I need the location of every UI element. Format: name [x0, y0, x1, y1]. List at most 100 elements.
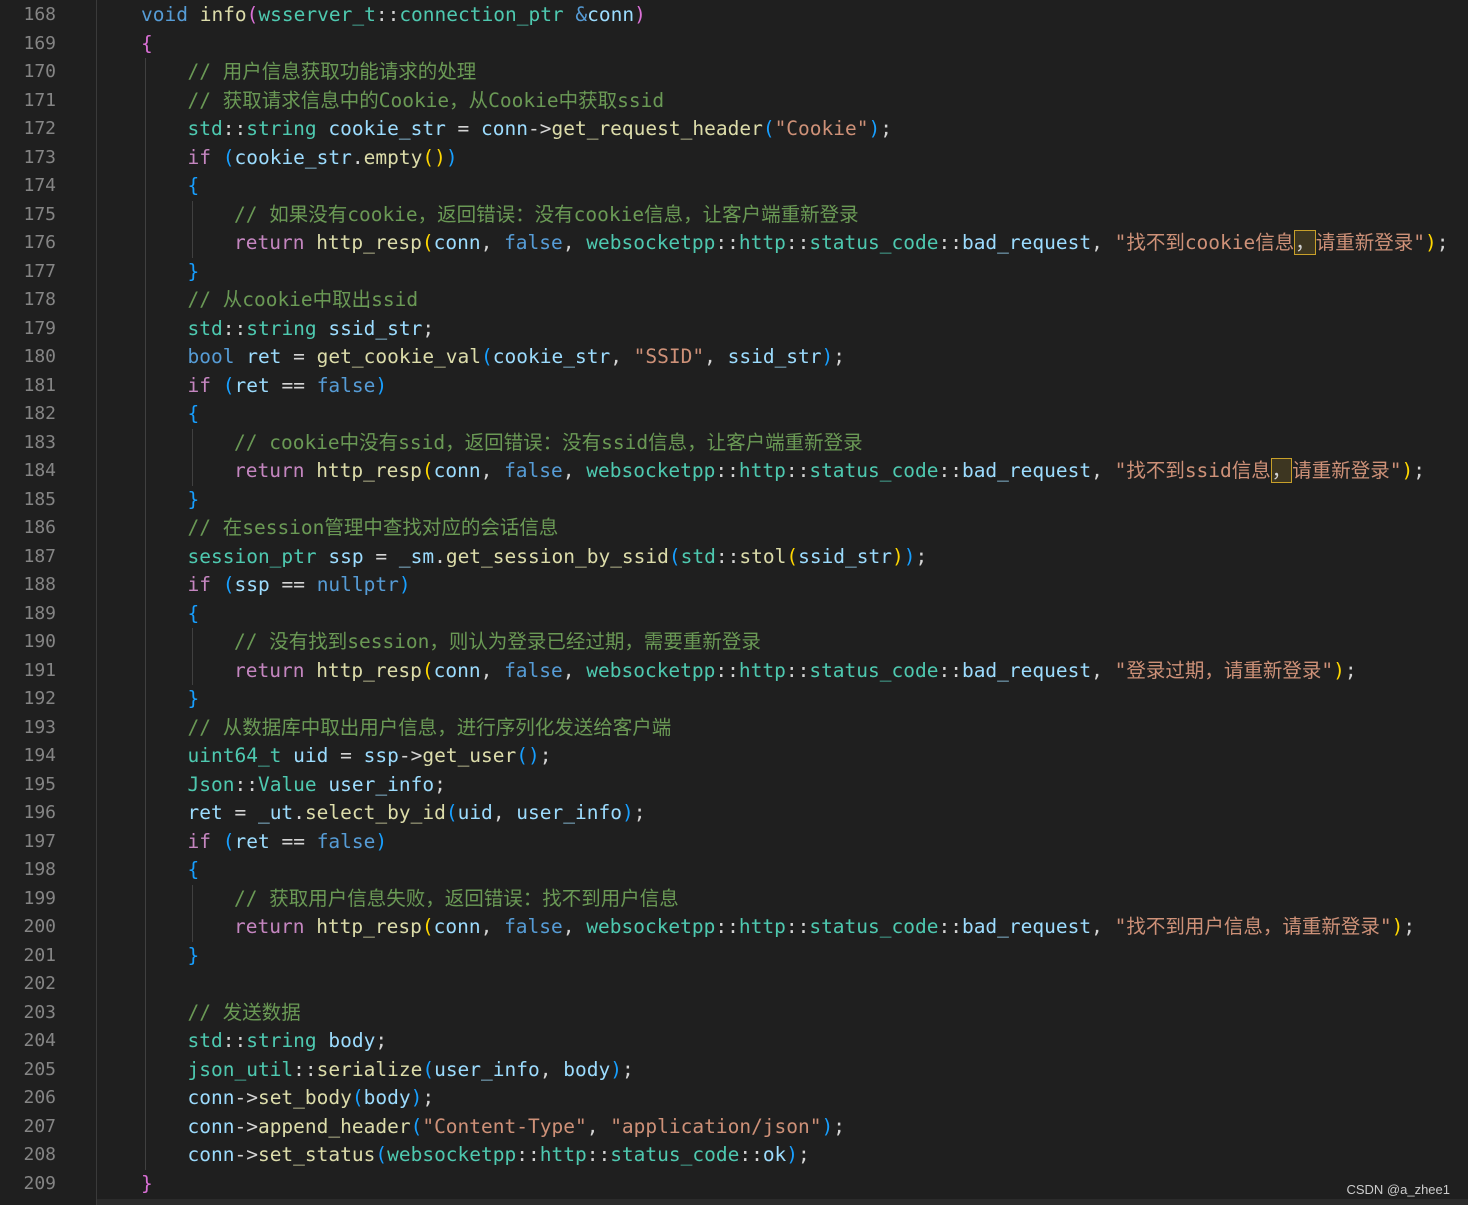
code-token: ==	[281, 829, 317, 853]
line-number: 177	[23, 260, 56, 282]
code-token: (	[222, 145, 235, 169]
code-line[interactable]: // cookie中没有ssid，返回错误：没有ssid信息，让客户端重新登录	[234, 429, 863, 458]
code-line[interactable]: // 从数据库中取出用户信息，进行序列化发送给客户端	[188, 714, 672, 743]
code-token: false	[316, 373, 376, 397]
code-token: ->	[398, 744, 423, 767]
code-token: select_by_id	[304, 801, 446, 824]
code-token: user_info	[328, 772, 435, 796]
code-token: ,	[562, 915, 587, 938]
code-line[interactable]: }	[141, 1170, 153, 1199]
code-editor[interactable]: 168 169 170 171 172 173 174 175 176 177 178 179 180 1…	[0, 0, 1468, 1205]
code-token: (	[222, 573, 235, 596]
code-token: {	[187, 402, 200, 425]
line-number: 197	[23, 830, 56, 852]
code-token: Json	[187, 772, 235, 796]
line-number: 202	[23, 973, 56, 994]
code-token: "application/json"	[610, 1114, 822, 1138]
line-number: 191	[23, 659, 56, 681]
code-line[interactable]: return http_resp(conn, false, websocketp…	[234, 913, 1415, 942]
code-line[interactable]: void info(wsserver_t::connection_ptr &co…	[141, 1, 646, 30]
code-token: status_code	[809, 915, 939, 938]
code-token: ;	[633, 801, 646, 824]
code-line[interactable]: if (ssp == nullptr)	[188, 571, 411, 600]
code-token: )	[445, 145, 458, 169]
code-token: ret	[246, 345, 294, 368]
code-line[interactable]: }	[188, 685, 200, 714]
code-line[interactable]: return http_resp(conn, false, websocketp…	[234, 657, 1357, 686]
code-line[interactable]: if (cookie_str.empty())	[188, 144, 458, 173]
code-line[interactable]: return http_resp(conn, false, websocketp…	[234, 457, 1425, 486]
code-token: if	[187, 829, 223, 853]
code-token: ;	[1344, 658, 1357, 682]
code-token: false	[504, 231, 563, 254]
code-token: {	[141, 31, 153, 55]
code-token: )	[398, 573, 411, 596]
code-token: }	[187, 943, 200, 967]
code-line[interactable]: {	[141, 30, 153, 59]
code-token: .	[293, 801, 305, 824]
horizontal-scrollbar[interactable]	[97, 1199, 1468, 1205]
code-token: ==	[281, 573, 317, 596]
code-line[interactable]: // 从cookie中取出ssid	[188, 286, 419, 315]
code-line[interactable]: bool ret = get_cookie_val(cookie_str, "S…	[188, 343, 846, 372]
line-number: 204	[23, 1030, 56, 1051]
line-number: 173	[23, 146, 56, 168]
code-line[interactable]: if (ret == false)	[188, 828, 388, 857]
code-line[interactable]: session_ptr ssp = _sm.get_session_by_ssi…	[188, 543, 928, 572]
code-token: )	[1333, 658, 1345, 682]
code-token: ,	[1091, 231, 1115, 254]
code-line[interactable]: ret = _ut.select_by_id(uid, user_info);	[188, 799, 646, 828]
code-line[interactable]: // 发送数据	[188, 999, 301, 1028]
line-number: 190	[23, 631, 56, 652]
code-line[interactable]: conn->set_body(body);	[188, 1084, 435, 1113]
line-number: 207	[23, 1115, 56, 1137]
code-line[interactable]: conn->append_header("Content-Type", "app…	[188, 1113, 846, 1142]
code-token: ::	[715, 544, 740, 568]
code-line[interactable]: // 如果没有cookie，返回错误：没有cookie信息，让客户端重新登录	[234, 201, 859, 230]
code-line[interactable]: std::string cookie_str = conn->get_reque…	[188, 115, 892, 144]
line-number: 184	[23, 460, 56, 481]
code-token: conn	[481, 117, 528, 140]
code-line[interactable]: // 获取请求信息中的Cookie，从Cookie中获取ssid	[188, 87, 665, 116]
code-line[interactable]: {	[188, 856, 200, 885]
code-token: }	[187, 259, 200, 283]
code-line[interactable]: std::string ssid_str;	[188, 315, 435, 344]
code-token: &	[575, 3, 588, 26]
code-line[interactable]: uint64_t uid = ssp->get_user();	[188, 742, 552, 771]
code-line[interactable]: if (ret == false)	[188, 372, 388, 401]
code-token: status_code	[809, 459, 939, 482]
code-token: ::	[222, 1029, 247, 1052]
code-line[interactable]: }	[188, 486, 200, 515]
code-token: ,	[480, 231, 505, 254]
code-line[interactable]: return http_resp(conn, false, websocketp…	[234, 229, 1449, 258]
code-token: "SSID"	[633, 345, 705, 368]
code-token: // cookie中没有ssid，返回错误：没有ssid信息，让客户端重新登录	[234, 430, 863, 454]
code-token: http_resp	[316, 915, 422, 938]
code-line[interactable]: // 用户信息获取功能请求的处理	[188, 58, 477, 87]
code-token: ;	[833, 345, 846, 368]
code-token: ::	[222, 316, 247, 340]
code-token: // 用户信息获取功能请求的处理	[187, 60, 477, 83]
code-line[interactable]: Json::Value user_info;	[188, 771, 446, 800]
code-line[interactable]: conn->set_status(websocketpp::http::stat…	[188, 1141, 810, 1170]
code-token: ::	[739, 1143, 763, 1166]
code-line[interactable]: {	[188, 600, 200, 629]
code-line[interactable]: }	[188, 258, 200, 287]
code-line[interactable]: {	[188, 172, 200, 201]
code-line[interactable]: // 在session管理中查找对应的会话信息	[188, 514, 559, 543]
code-token: uint64_t	[187, 744, 294, 767]
code-line[interactable]: {	[188, 400, 200, 429]
code-line[interactable]: // 没有找到session，则认为登录已经过期，需要重新登录	[234, 628, 761, 657]
code-line[interactable]: json_util::serialize(user_info, body);	[188, 1056, 634, 1085]
code-token: false	[316, 829, 376, 853]
code-line[interactable]: // 获取用户信息失败，返回错误：找不到用户信息	[234, 885, 679, 914]
code-token: =	[457, 117, 482, 140]
code-token: ;	[422, 1086, 435, 1109]
code-area[interactable]: void info(wsserver_t::connection_ptr &co…	[97, 0, 1468, 1205]
code-token: ret	[234, 829, 282, 853]
code-token: string	[246, 117, 329, 140]
code-line[interactable]: }	[188, 942, 200, 971]
code-token: ,	[539, 1057, 564, 1081]
code-line[interactable]: std::string body;	[188, 1027, 388, 1056]
line-number: 199	[23, 887, 56, 909]
